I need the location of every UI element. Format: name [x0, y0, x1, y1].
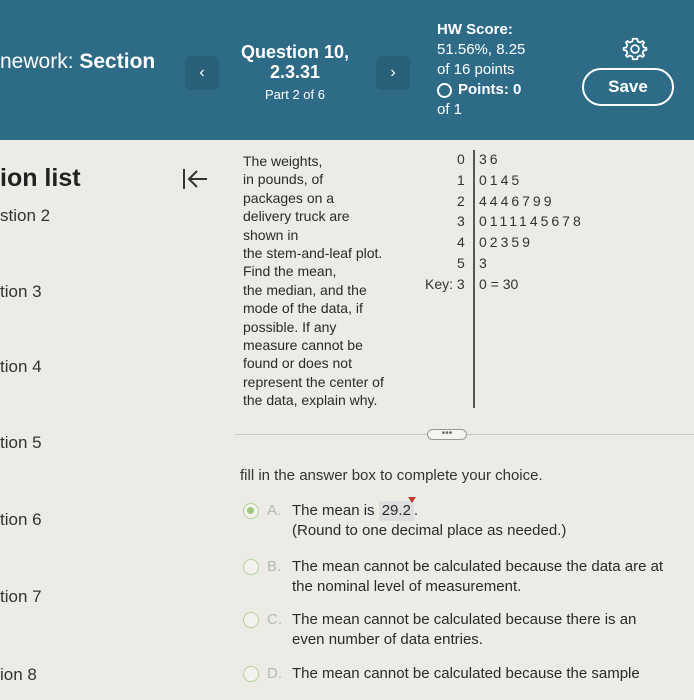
- leaf-values: 02359: [479, 234, 533, 250]
- question-list-title: ion list: [0, 164, 81, 192]
- radio-button[interactable]: [243, 612, 259, 628]
- question-part: Part 2 of 6: [265, 87, 325, 102]
- leaf-values: 3: [479, 255, 490, 271]
- header-bar: nework: Section ‹ Question 10, 2.3.31 Pa…: [0, 0, 694, 140]
- question-number: 2.3.31: [269, 62, 321, 82]
- progress-ring-icon: [437, 82, 452, 98]
- sidebar-item-question-7[interactable]: tion 7: [0, 587, 42, 607]
- sidebar-item-question-2[interactable]: stion 2: [0, 206, 50, 226]
- stem-value: 1: [457, 172, 468, 188]
- stem-value: 2: [457, 193, 468, 209]
- answer-input-box[interactable]: 29.2: [378, 497, 416, 521]
- chevron-left-icon: ‹: [199, 64, 205, 81]
- radio-button-selected[interactable]: [243, 503, 259, 519]
- question-list-sidebar: ion list stion 2 tion 3 tion 4 tion 5 ti…: [0, 140, 235, 700]
- rounding-note: (Round to one decimal place as needed.): [292, 522, 567, 539]
- answer-option-d[interactable]: D. The mean cannot be calculated because…: [243, 664, 683, 686]
- expand-ellipsis-button[interactable]: •••: [427, 429, 467, 440]
- stem-value: 4: [457, 234, 468, 250]
- gear-icon[interactable]: [622, 36, 648, 62]
- stem-leaf-key-value: 0 = 30: [479, 276, 519, 292]
- leaf-values: 0145: [479, 172, 523, 188]
- sidebar-item-question-5[interactable]: tion 5: [0, 433, 42, 453]
- sidebar-item-question-6[interactable]: tion 6: [0, 510, 42, 530]
- points-line: Points: 0: [437, 80, 525, 100]
- answer-option-b[interactable]: B. The mean cannot be calculated because…: [243, 557, 683, 599]
- hw-score: HW Score: 51.56%, 8.25 of 16 points Poin…: [437, 21, 526, 118]
- sidebar-item-question-4[interactable]: tion 4: [0, 357, 42, 377]
- stem-leaf-key-label: Key: 3: [425, 276, 465, 292]
- option-letter: D.: [267, 665, 282, 682]
- save-button[interactable]: Save: [582, 68, 674, 106]
- leaf-values: 4446799: [479, 193, 555, 209]
- leaf-values: 36: [479, 151, 501, 167]
- answer-option-a[interactable]: A. The mean is 29.2. (Round to one decim…: [243, 497, 663, 545]
- stem-leaf-divider: [473, 150, 475, 408]
- option-letter: C.: [267, 611, 282, 628]
- leaf-values: 0111145678: [479, 213, 584, 229]
- stem-value: 5: [457, 255, 468, 271]
- chevron-right-icon: ›: [390, 64, 396, 81]
- previous-question-button[interactable]: ‹: [185, 56, 219, 90]
- assignment-title: nework: Section: [0, 50, 156, 73]
- collapse-sidebar-icon[interactable]: [180, 164, 210, 194]
- question-title: Question 10,: [240, 42, 350, 62]
- next-question-button[interactable]: ›: [376, 56, 410, 90]
- stem-value: 0: [457, 151, 468, 167]
- option-letter: B.: [267, 558, 282, 575]
- error-marker-icon: [407, 497, 416, 503]
- stem-value: 3: [457, 213, 468, 229]
- sidebar-item-question-3[interactable]: tion 3: [0, 282, 42, 302]
- radio-button[interactable]: [243, 559, 259, 575]
- radio-button[interactable]: [243, 666, 259, 682]
- question-info: Question 10, 2.3.31 Part 2 of 6: [225, 42, 365, 102]
- question-text: The weights, in pounds, of packages on a…: [243, 153, 384, 409]
- answer-option-c[interactable]: C. The mean cannot be calculated because…: [243, 610, 683, 652]
- option-letter: A.: [267, 502, 282, 519]
- answer-instruction: fill in the answer box to complete your …: [240, 467, 543, 484]
- sidebar-item-question-8[interactable]: ion 8: [0, 665, 37, 685]
